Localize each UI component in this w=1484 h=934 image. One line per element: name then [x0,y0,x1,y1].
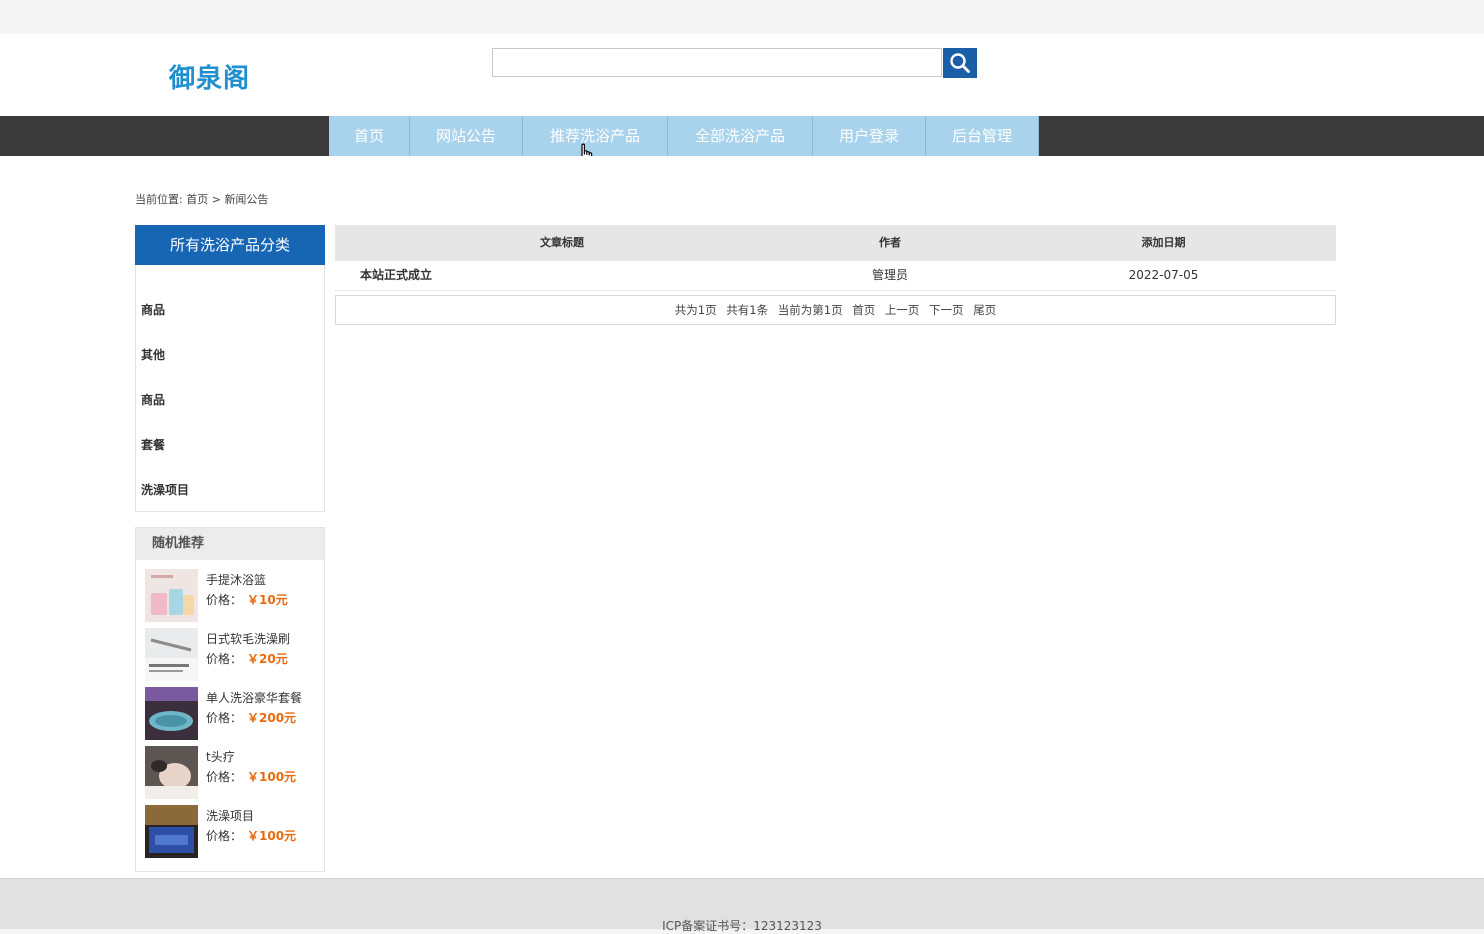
recommend-item-name[interactable]: 洗澡项目 [206,807,254,824]
column-header-date: 添加日期 [1141,236,1186,249]
recommend-price-label: 价格： [206,593,243,607]
footer-icp: ICP备案证书号：123123123 [662,919,822,933]
search-icon [950,53,970,73]
search-input[interactable] [492,48,942,77]
product-thumb-head-therapy[interactable] [145,746,198,799]
pager-next[interactable]: 下一页 [929,303,964,317]
recommend-price: ￥10元 [247,593,288,607]
recommend-panel: 随机推荐 手提沐浴篮 价格： ￥10元 日式软毛洗澡刷 价格： ￥20元 单人洗… [135,527,325,872]
pager-first[interactable]: 首页 [852,303,875,317]
breadcrumb-separator: > [211,193,221,206]
pager-total-pages: 共为1页 [674,303,717,317]
main-content: 当前位置: 首页 > 新闻公告 所有洗浴产品分类 商品 其他 商品 套餐 洗澡项… [0,156,1484,878]
breadcrumb: 当前位置: 首页 > 新闻公告 [135,191,268,207]
table-header-row: 文章标题 作者 添加日期 [335,225,1336,261]
recommend-price-label: 价格： [206,652,243,666]
pager-current-page: 当前为第1页 [777,303,843,317]
recommend-price: ￥200元 [247,711,297,725]
recommend-price: ￥100元 [247,770,297,784]
recommend-item: 手提沐浴篮 价格： ￥10元 [145,569,321,623]
main-nav: 首页 网站公告 推荐洗浴产品 全部洗浴产品 用户登录 后台管理 [0,116,1484,156]
nav-all-products[interactable]: 全部洗浴产品 [668,116,813,156]
column-header-title: 文章标题 [540,236,584,249]
recommend-item-name[interactable]: 手提沐浴篮 [206,571,266,588]
category-panel: 所有洗浴产品分类 商品 其他 商品 套餐 洗澡项目 [135,225,325,512]
breadcrumb-home[interactable]: 首页 [186,191,208,207]
recommend-item: 洗澡项目 价格： ￥100元 [145,805,321,859]
table-row: 本站正式成立 管理员 2022-07-05 [335,261,1336,291]
site-logo[interactable]: 御泉阁 [169,58,250,95]
recommend-item: 单人洗浴豪华套餐 价格： ￥200元 [145,687,321,741]
breadcrumb-prefix: 当前位置: [135,193,183,206]
nav-login[interactable]: 用户登录 [813,116,926,156]
recommend-panel-title: 随机推荐 [136,528,324,560]
category-item[interactable]: 其他 [141,346,165,363]
recommend-item-name[interactable]: 日式软毛洗澡刷 [206,630,290,647]
recommend-item-name[interactable]: 单人洗浴豪华套餐 [206,689,302,706]
recommend-price-label: 价格： [206,829,243,843]
recommend-price: ￥100元 [247,829,297,843]
recommend-item: 日式软毛洗澡刷 价格： ￥20元 [145,628,321,682]
breadcrumb-current: 新闻公告 [224,193,269,206]
nav-home[interactable]: 首页 [329,116,410,156]
recommend-item-name[interactable]: t头疗 [206,748,235,765]
article-title-link[interactable]: 本站正式成立 [360,261,432,290]
article-date: 2022-07-05 [1128,268,1199,282]
recommend-price-label: 价格： [206,770,243,784]
category-item[interactable]: 商品 [141,301,165,318]
product-thumb-bath-basket[interactable] [145,569,198,622]
nav-announcements[interactable]: 网站公告 [410,116,523,156]
recommend-item: t头疗 价格： ￥100元 [145,746,321,800]
pager-prev[interactable]: 上一页 [885,303,920,317]
product-thumb-bath-project[interactable] [145,805,198,858]
recommend-price: ￥20元 [247,652,288,666]
pager-total-items: 共有1条 [726,303,769,317]
header: 御泉阁 [0,34,1484,116]
pagination: 共为1页 共有1条 当前为第1页 首页 上一页 下一页 尾页 [335,295,1336,325]
search-button[interactable] [943,48,977,78]
category-item[interactable]: 套餐 [141,436,165,453]
recommend-price-label: 价格： [206,711,243,725]
top-strip [0,0,1484,34]
column-header-author: 作者 [879,236,901,249]
pager-last[interactable]: 尾页 [973,303,996,317]
article-author: 管理员 [871,268,908,282]
footer: ICP备案证书号：123123123 [0,878,1484,933]
category-item[interactable]: 洗澡项目 [141,481,189,498]
product-thumb-bath-brush[interactable] [145,628,198,681]
product-thumb-luxury-bath-package[interactable] [145,687,198,740]
nav-admin[interactable]: 后台管理 [926,116,1039,156]
category-item[interactable]: 商品 [141,391,165,408]
category-panel-title: 所有洗浴产品分类 [135,225,325,265]
